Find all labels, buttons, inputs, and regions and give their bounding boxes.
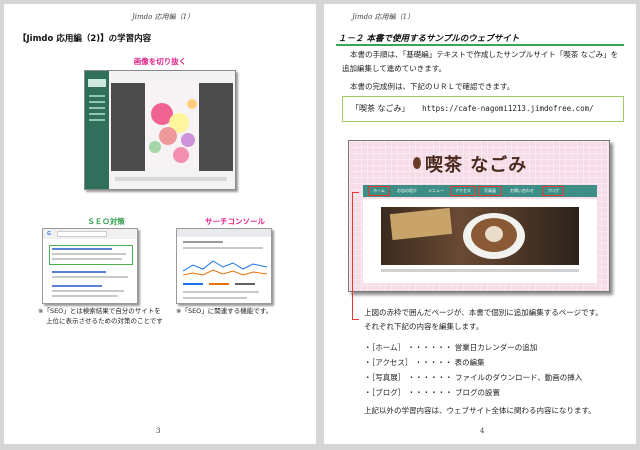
edit-list: ・［ホーム］ ・・・・・・ 営業日カレンダーの追加 ・［アクセス］ ・・・・・ … [364, 340, 582, 400]
left-page: Jimdo 応用編（1） 【Jimdo 応用編（2)】の学習内容 画像を切り抜く… [4, 4, 316, 444]
running-head: Jimdo 応用編（1） [352, 13, 415, 21]
image-crop-caption: 画像を切り抜く [133, 57, 187, 66]
nav-item-about: お店の紹介 [397, 188, 417, 193]
flower-banner-image [111, 83, 233, 171]
explain-line1: 上図の赤枠で囲んだページが、本書で個別に追加編集するページです。 [364, 308, 603, 317]
intro-line1: 本書の手順は、「基礎編」テキストで作成したサンプルサイト「喫茶 なごみ」を [350, 50, 619, 59]
closing-text: 上記以外の学習内容は、ウェブサイト全体に関わる内容になります。 [364, 406, 596, 415]
list-item: ・［ホーム］ ・・・・・・ 営業日カレンダーの追加 [364, 343, 538, 352]
image-crop-screenshot [84, 70, 236, 190]
right-page: Jimdo 応用編（1） １－２ 本書で使用するサンプルのウェブサイト 本書の手… [324, 4, 636, 444]
explain-paragraph: 上図の赤枠で囲んだページが、本書で個別に追加編集するページです。 それぞれ下記の… [364, 306, 603, 334]
nav-item-access: アクセス [450, 186, 476, 196]
running-head: Jimdo 応用編（1） [132, 13, 195, 21]
seo-note: ※「SEO」とは検索結果で自分のサイトを 上位に表示させるための対策のことです [38, 306, 163, 326]
performance-graph [183, 260, 267, 276]
nav-item-contact: お問い合わせ [510, 188, 534, 193]
search-console-note: ※「SEO」に関連する機能です。 [176, 307, 273, 315]
explain-line2: それぞれ下記の内容を編集します。 [364, 322, 484, 331]
page-number: 4 [480, 427, 485, 435]
sample-site-screenshot: 喫茶 なごみ ホーム お店の紹介 メニュー アクセス 写真展 お問い合わせ ブロ… [348, 140, 610, 292]
section-rule [336, 44, 624, 46]
site-nav: ホーム お店の紹介 メニュー アクセス 写真展 お問い合わせ ブログ [363, 185, 597, 197]
site-logo: 喫茶 なごみ [425, 155, 528, 176]
red-bracket-connector [352, 192, 359, 320]
nav-item-menu: メニュー [428, 188, 444, 193]
search-console-screenshot [176, 228, 272, 304]
section-title: １－２ 本書で使用するサンプルのウェブサイト [338, 34, 520, 44]
seo-search-screenshot: G [42, 228, 138, 304]
site-url-link[interactable]: https://cafe-nagomi1213.jimdofree.com/ [422, 104, 594, 113]
nav-item-gallery: 写真展 [478, 186, 502, 196]
seo-caption: ＳＥＯ対策 [87, 217, 125, 226]
intro-line2: 追加編集して進めていきます。 [342, 64, 447, 73]
nav-item-blog: ブログ [542, 186, 564, 196]
intro-paragraph: 本書の手順は、「基礎編」テキストで作成したサンプルサイト「喫茶 なごみ」を 追加… [342, 48, 618, 76]
screenshot-sidebar [85, 71, 109, 189]
search-logo: G [47, 231, 52, 237]
nav-item-home: ホーム [368, 186, 390, 196]
page-number: 3 [156, 427, 161, 435]
site-content [363, 199, 597, 283]
coffee-bean-icon [413, 157, 421, 169]
list-item: ・［アクセス］ ・・・・・ 表の編集 [364, 358, 485, 367]
coffee-photo [381, 207, 579, 265]
seo-note-line2: 上位に表示させるための対策のことです [46, 317, 163, 325]
page-title: 【Jimdo 応用編（2)】の学習内容 [18, 34, 152, 44]
search-console-caption: サーチコンソール [205, 217, 265, 226]
url-box: 「喫茶 なごみ」 https://cafe-nagomi1213.jimdofr… [342, 96, 624, 122]
seo-note-line1: ※「SEO」とは検索結果で自分のサイトを [38, 307, 161, 315]
check-url-text: 本書の完成例は、下記のＵＲＬで確認できます。 [350, 82, 515, 91]
list-item: ・［写真展］ ・・・・・・ ファイルのダウンロード、動画の挿入 [364, 373, 583, 382]
list-item: ・［ブログ］ ・・・・・・ ブログの設置 [364, 388, 501, 397]
site-name: 「喫茶 なごみ」 [351, 104, 410, 113]
